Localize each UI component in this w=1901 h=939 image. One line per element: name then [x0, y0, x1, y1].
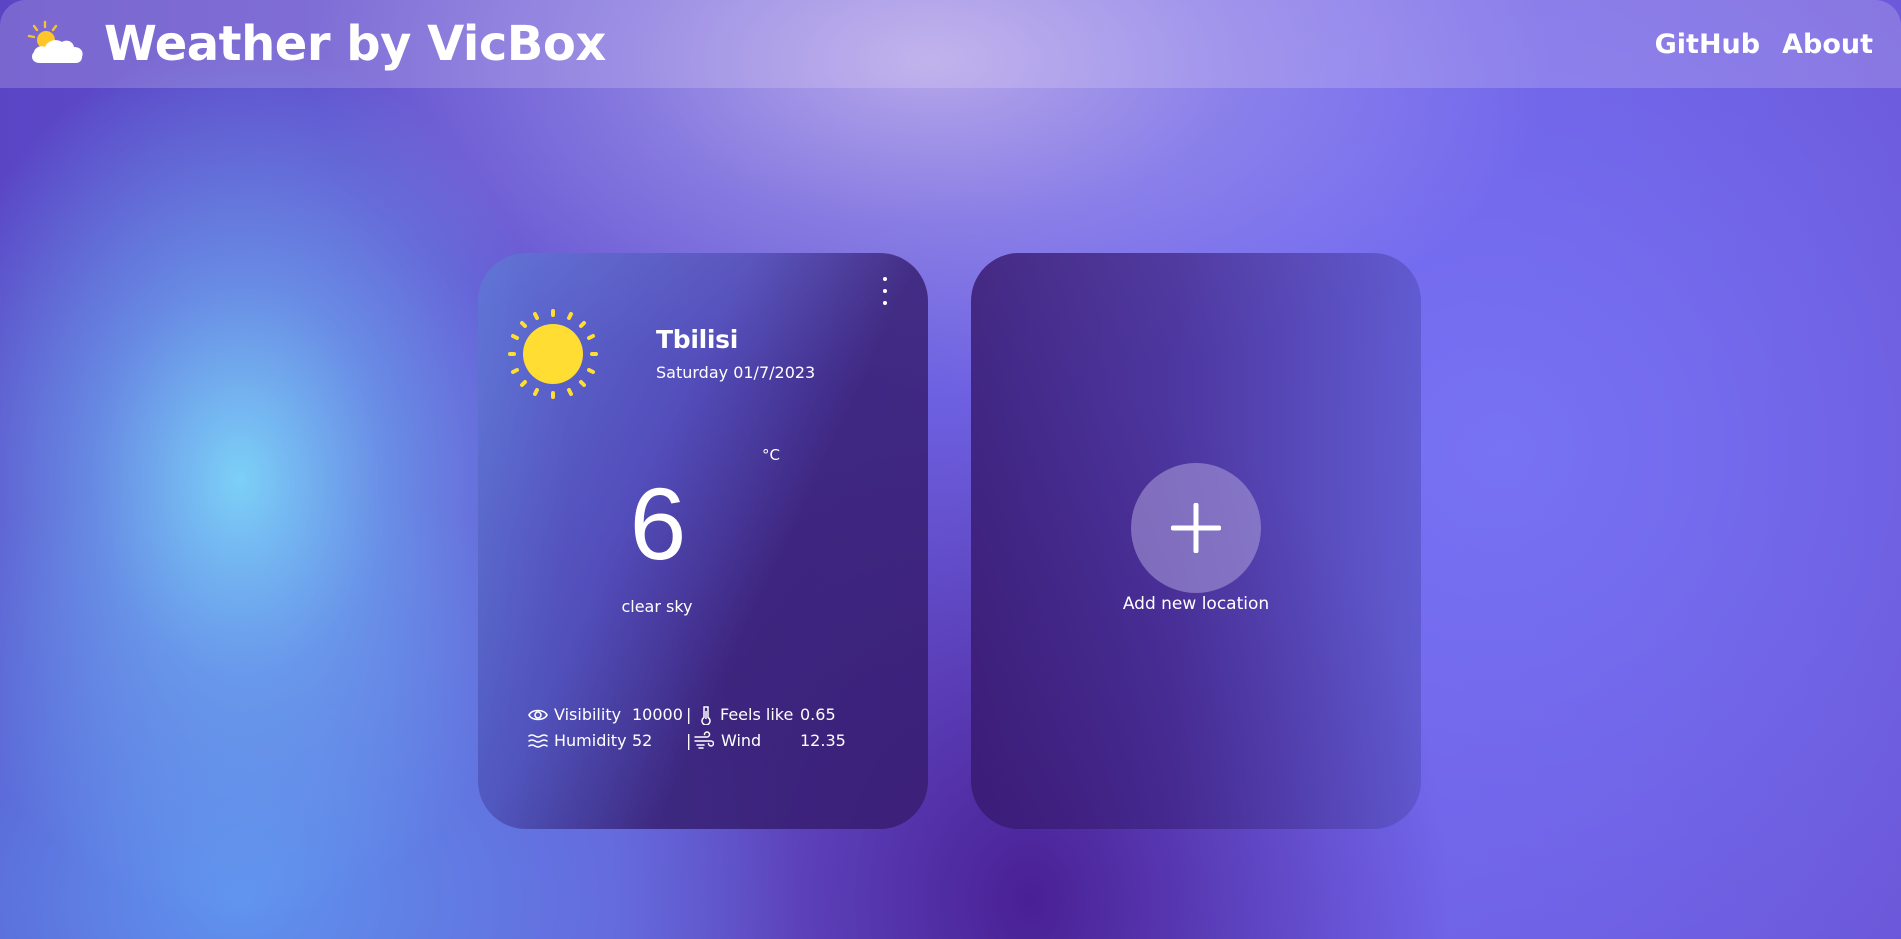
add-location-card[interactable]: Add new location	[971, 253, 1421, 829]
about-link[interactable]: About	[1782, 29, 1873, 60]
add-location-button[interactable]	[1131, 463, 1261, 593]
sun-icon	[508, 309, 598, 399]
date-text: Saturday 01/7/2023	[656, 363, 816, 382]
app-title: Weather by VicBox	[104, 16, 606, 72]
more-vertical-icon-dot	[883, 289, 887, 293]
stat-separator: |	[686, 731, 692, 750]
partly-cloudy-icon	[27, 20, 83, 63]
top-nav: GitHub About	[1633, 29, 1873, 60]
wind-label: Wind	[721, 731, 762, 750]
temperature-value: 6	[629, 467, 687, 581]
weather-card: Tbilisi Saturday 01/7/2023 °C 6 clear sk…	[478, 253, 928, 829]
app-header: Weather by VicBox GitHub About	[0, 0, 1901, 88]
more-vertical-icon-dot	[883, 301, 887, 305]
humidity-value: 52	[632, 731, 653, 750]
eye-icon	[528, 709, 548, 721]
visibility-label: Visibility	[554, 705, 622, 724]
visibility-value: 10000	[632, 705, 683, 724]
github-link[interactable]: GitHub	[1655, 29, 1760, 60]
feels-like-label: Feels like	[720, 705, 794, 724]
thermometer-icon	[701, 706, 711, 725]
temperature-unit: °C	[762, 446, 780, 464]
humidity-waves-icon	[528, 734, 548, 748]
city-name: Tbilisi	[656, 325, 739, 354]
stat-separator: |	[686, 705, 692, 724]
wind-value: 12.35	[800, 731, 846, 750]
humidity-label: Humidity	[554, 731, 627, 750]
plus-icon	[1171, 503, 1221, 553]
card-menu-button[interactable]	[880, 277, 890, 305]
brand: Weather by VicBox	[26, 19, 606, 69]
wind-icon	[694, 731, 714, 749]
weather-condition: clear sky	[621, 597, 693, 616]
add-location-label: Add new location	[1122, 594, 1270, 614]
feels-like-value: 0.65	[800, 705, 836, 724]
more-vertical-icon	[883, 277, 887, 281]
